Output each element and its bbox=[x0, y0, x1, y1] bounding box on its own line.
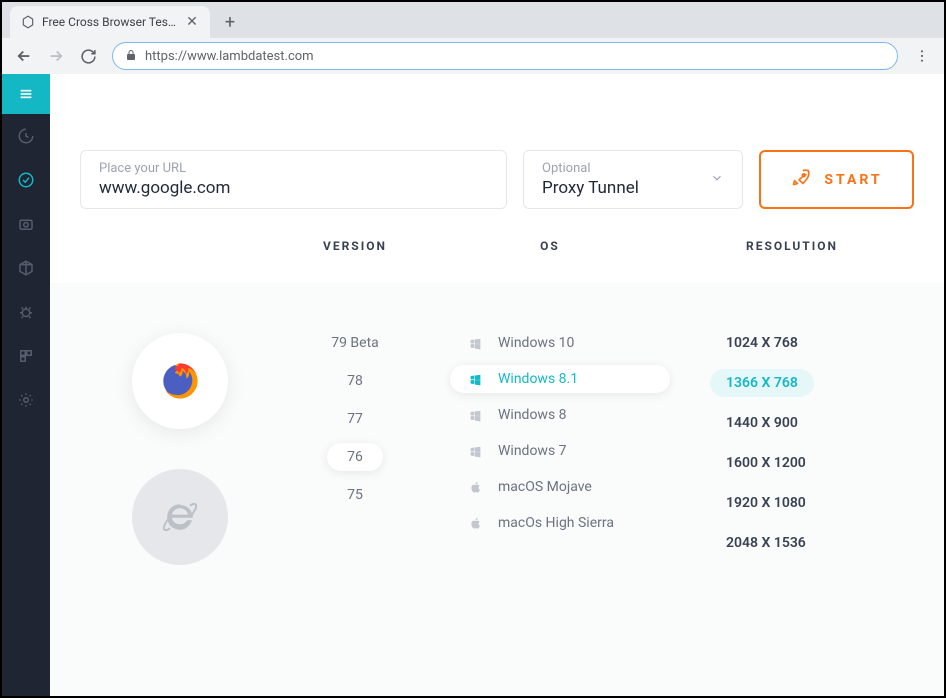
firefox-icon bbox=[158, 359, 202, 403]
version-item[interactable]: 75 bbox=[327, 481, 383, 509]
url-text: https://www.lambdatest.com bbox=[145, 49, 314, 64]
sidebar-menu-toggle[interactable] bbox=[2, 74, 50, 114]
resolution-item[interactable]: 1024 X 768 bbox=[710, 329, 814, 357]
tab-title: Free Cross Browser Testing Clou bbox=[42, 15, 178, 29]
sidebar-item-integrations[interactable] bbox=[2, 334, 50, 378]
sidebar-item-realtime[interactable] bbox=[2, 158, 50, 202]
close-tab-icon[interactable]: ✕ bbox=[184, 14, 200, 30]
proxy-value: Proxy Tunnel bbox=[542, 178, 639, 198]
forward-button[interactable] bbox=[42, 42, 70, 70]
reload-button[interactable] bbox=[74, 42, 102, 70]
apple-icon bbox=[468, 481, 482, 494]
windows-icon bbox=[468, 409, 482, 422]
browser-tab[interactable]: Free Cross Browser Testing Clou ✕ bbox=[10, 6, 210, 38]
resolution-item[interactable]: 2048 X 1536 bbox=[710, 529, 822, 557]
header-version: VERSION bbox=[280, 239, 430, 253]
header-resolution: RESOLUTION bbox=[670, 239, 914, 253]
os-item-label: Windows 8 bbox=[498, 407, 567, 423]
version-item[interactable]: 79 Beta bbox=[311, 329, 399, 357]
sidebar-item-bug[interactable] bbox=[2, 290, 50, 334]
browser-menu-button[interactable] bbox=[908, 42, 936, 70]
start-button-label: START bbox=[824, 172, 882, 188]
sidebar-item-settings[interactable] bbox=[2, 378, 50, 422]
proxy-tunnel-select[interactable]: Optional Proxy Tunnel bbox=[523, 150, 743, 209]
header-os: OS bbox=[430, 239, 670, 253]
os-item-label: macOs High Sierra bbox=[498, 515, 614, 531]
windows-icon bbox=[468, 445, 482, 458]
version-item[interactable]: 76 bbox=[327, 443, 383, 471]
os-item-label: macOS Mojave bbox=[498, 479, 592, 495]
url-input-value: www.google.com bbox=[99, 178, 488, 198]
chevron-down-icon bbox=[710, 170, 724, 189]
version-item[interactable]: 77 bbox=[327, 405, 383, 433]
apple-icon bbox=[468, 517, 482, 530]
proxy-label: Optional bbox=[542, 161, 639, 176]
back-button[interactable] bbox=[10, 42, 38, 70]
url-input[interactable]: Place your URL www.google.com bbox=[80, 150, 507, 209]
address-bar[interactable]: https://www.lambdatest.com bbox=[112, 42, 898, 70]
windows-icon bbox=[468, 337, 482, 350]
resolution-item[interactable]: 1366 X 768 bbox=[710, 369, 814, 397]
sidebar-item-box[interactable] bbox=[2, 246, 50, 290]
lambdatest-favicon-icon bbox=[20, 14, 36, 30]
sidebar-item-dashboard[interactable] bbox=[2, 114, 50, 158]
start-button[interactable]: START bbox=[759, 150, 914, 209]
os-item-label: Windows 8.1 bbox=[498, 371, 578, 387]
os-item-label: Windows 10 bbox=[498, 335, 574, 351]
resolution-item[interactable]: 1600 X 1200 bbox=[710, 449, 822, 477]
resolution-item[interactable]: 1440 X 900 bbox=[710, 409, 814, 437]
version-item[interactable]: 78 bbox=[327, 367, 383, 395]
browser-tab-strip: Free Cross Browser Testing Clou ✕ + bbox=[2, 2, 944, 38]
url-placeholder-label: Place your URL bbox=[99, 161, 488, 176]
new-tab-button[interactable]: + bbox=[216, 8, 244, 36]
os-item[interactable]: Windows 7 bbox=[450, 437, 670, 465]
sidebar bbox=[2, 74, 50, 696]
os-item[interactable]: Windows 10 bbox=[450, 329, 670, 357]
ie-icon bbox=[160, 497, 200, 537]
os-item[interactable]: macOs High Sierra bbox=[450, 509, 670, 537]
sidebar-item-screenshot[interactable] bbox=[2, 202, 50, 246]
version-list: 79 Beta 78 77 76 75 bbox=[280, 323, 430, 656]
os-list: Windows 10 Windows 8.1 Windows 8 Windows 7 m… bbox=[430, 323, 670, 656]
lock-icon bbox=[125, 49, 137, 64]
os-item[interactable]: macOS Mojave bbox=[450, 473, 670, 501]
resolution-item[interactable]: 1920 X 1080 bbox=[710, 489, 822, 517]
os-item-label: Windows 7 bbox=[498, 443, 567, 459]
os-item[interactable]: Windows 8 bbox=[450, 401, 670, 429]
os-item[interactable]: Windows 8.1 bbox=[450, 365, 670, 393]
browser-ie[interactable] bbox=[132, 469, 228, 565]
browser-firefox[interactable] bbox=[132, 333, 228, 429]
browser-toolbar: https://www.lambdatest.com bbox=[2, 38, 944, 74]
main-content: Place your URL www.google.com Optional P… bbox=[50, 74, 944, 696]
rocket-icon bbox=[790, 167, 812, 193]
resolution-list: 1024 X 768 1366 X 768 1440 X 900 1600 X 120… bbox=[670, 323, 914, 656]
windows-icon bbox=[468, 373, 482, 386]
